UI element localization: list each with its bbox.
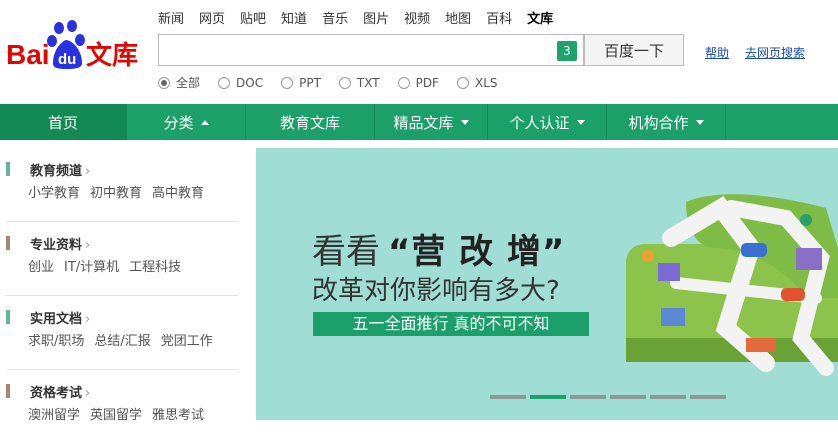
category-link[interactable]: 澳洲留学: [28, 404, 80, 423]
category-marker: [6, 310, 10, 324]
slide-dot[interactable]: [570, 395, 606, 399]
radio-icon[interactable]: [397, 76, 410, 89]
category-link[interactable]: 英国留学: [90, 404, 142, 423]
promo-banner[interactable]: 看看 “营 改 增” 改革对你影响有多大? 五一全面推行 真的不可不知: [256, 148, 838, 420]
caret-up-icon: [200, 119, 209, 125]
top-product-links: 新闻 网页 贴吧 知道 音乐 图片 视频 地图 百科 文库: [158, 8, 568, 27]
radio-icon[interactable]: [281, 76, 294, 89]
category-sidebar: 教育频道 › 小学教育 初中教育 高中教育 专业资料 › 创业 IT/计算机 工程科…: [6, 148, 238, 443]
filter-txt[interactable]: TXT: [338, 74, 380, 91]
top-link-music[interactable]: 音乐: [322, 8, 348, 27]
category-education: 教育频道 › 小学教育 初中教育 高中教育: [6, 148, 238, 222]
category-marker: [6, 236, 10, 250]
top-link-news[interactable]: 新闻: [158, 8, 184, 27]
main-navbar: 首页 分类 教育文库 精品文库 个人认证 机构合作: [0, 104, 838, 140]
logo-bai-text: Bai: [6, 39, 50, 70]
filter-xls[interactable]: XLS: [456, 74, 498, 91]
radio-icon[interactable]: [218, 76, 231, 89]
filter-all[interactable]: 全部: [158, 74, 200, 91]
radio-icon[interactable]: [338, 76, 351, 89]
top-link-video[interactable]: 视频: [404, 8, 430, 27]
category-link[interactable]: 党团工作: [161, 330, 213, 349]
caret-down-icon: [576, 119, 585, 125]
top-link-tieba[interactable]: 贴吧: [240, 8, 266, 27]
nav-home[interactable]: 首页: [0, 104, 127, 140]
radio-icon[interactable]: [456, 76, 469, 89]
category-marker: [6, 162, 10, 176]
category-link[interactable]: 创业: [28, 256, 54, 275]
category-links: 求职/职场 总结/汇报 党团工作: [28, 330, 223, 349]
chevron-right-icon: ›: [85, 164, 91, 179]
search-input[interactable]: 3: [158, 34, 584, 66]
baidu-wenku-logo[interactable]: Bai du 文库: [6, 18, 146, 74]
category-links: 澳洲留学 英国留学 雅思考试: [28, 404, 214, 423]
category-title[interactable]: 专业资料 ›: [30, 234, 90, 253]
category-professional: 专业资料 › 创业 IT/计算机 工程科技: [6, 222, 238, 296]
search-button[interactable]: 百度一下: [584, 34, 684, 66]
road-city-illustration: [626, 194, 838, 376]
slide-dot[interactable]: [650, 395, 686, 399]
nav-personal-certification[interactable]: 个人认证: [488, 104, 607, 140]
nav-education-library[interactable]: 教育文库: [246, 104, 375, 140]
slide-dot[interactable]: [690, 395, 726, 399]
banner-tagline: 五一全面推行 真的不可不知: [313, 312, 589, 336]
category-qualification-exams: 资格考试 › 澳洲留学 英国留学 雅思考试: [6, 370, 238, 443]
category-link[interactable]: 小学教育: [28, 182, 80, 201]
category-title[interactable]: 教育频道 ›: [30, 160, 90, 179]
nav-premium-library[interactable]: 精品文库: [375, 104, 488, 140]
slide-dot-active[interactable]: [530, 395, 566, 399]
filter-ppt[interactable]: PPT: [281, 74, 321, 91]
search-count-badge[interactable]: 3: [557, 41, 577, 61]
category-title[interactable]: 实用文档 ›: [30, 308, 90, 327]
baidu-paw-icon: Bai du 文库: [6, 20, 138, 71]
web-search-link[interactable]: 去网页搜索: [745, 44, 805, 61]
banner-headline: 看看 “营 改 增”: [312, 232, 566, 272]
logo-du-text: du: [58, 51, 76, 68]
banner-highlight: “营 改 增”: [388, 232, 566, 272]
category-link[interactable]: 高中教育: [152, 182, 204, 201]
radio-selected-icon[interactable]: [158, 76, 170, 89]
top-link-baike[interactable]: 百科: [486, 8, 512, 27]
category-link[interactable]: 雅思考试: [152, 404, 204, 423]
nav-categories[interactable]: 分类: [127, 104, 246, 140]
chevron-right-icon: ›: [85, 386, 91, 401]
category-link[interactable]: 工程科技: [129, 256, 181, 275]
category-link[interactable]: 初中教育: [90, 182, 142, 201]
top-link-wenku[interactable]: 文库: [527, 8, 553, 27]
logo-wenku-text: 文库: [86, 40, 138, 71]
caret-down-icon: [460, 119, 469, 125]
caret-down-icon: [695, 119, 704, 125]
category-title[interactable]: 资格考试 ›: [30, 382, 90, 401]
category-links: 小学教育 初中教育 高中教育: [28, 182, 214, 201]
category-link[interactable]: 求职/职场: [28, 330, 84, 349]
top-link-images[interactable]: 图片: [363, 8, 389, 27]
category-link[interactable]: 总结/汇报: [94, 330, 150, 349]
category-links: 创业 IT/计算机 工程科技: [28, 256, 191, 275]
chevron-right-icon: ›: [85, 312, 91, 327]
filter-pdf[interactable]: PDF: [397, 74, 439, 91]
top-link-map[interactable]: 地图: [445, 8, 471, 27]
top-link-zhidao[interactable]: 知道: [281, 8, 307, 27]
slide-indicator: [490, 395, 730, 399]
banner-subheadline: 改革对你影响有多大?: [312, 276, 560, 306]
help-link[interactable]: 帮助: [705, 44, 729, 61]
chevron-right-icon: ›: [85, 238, 91, 253]
file-type-filters: 全部 DOC PPT TXT PDF XLS: [158, 74, 516, 91]
nav-institution-cooperation[interactable]: 机构合作: [607, 104, 726, 140]
category-link[interactable]: IT/计算机: [64, 256, 119, 275]
slide-dot[interactable]: [610, 395, 646, 399]
filter-doc[interactable]: DOC: [218, 74, 263, 91]
category-marker: [6, 384, 10, 398]
category-practical-docs: 实用文档 › 求职/职场 总结/汇报 党团工作: [6, 296, 238, 370]
top-link-web[interactable]: 网页: [199, 8, 225, 27]
slide-dot[interactable]: [490, 395, 526, 399]
